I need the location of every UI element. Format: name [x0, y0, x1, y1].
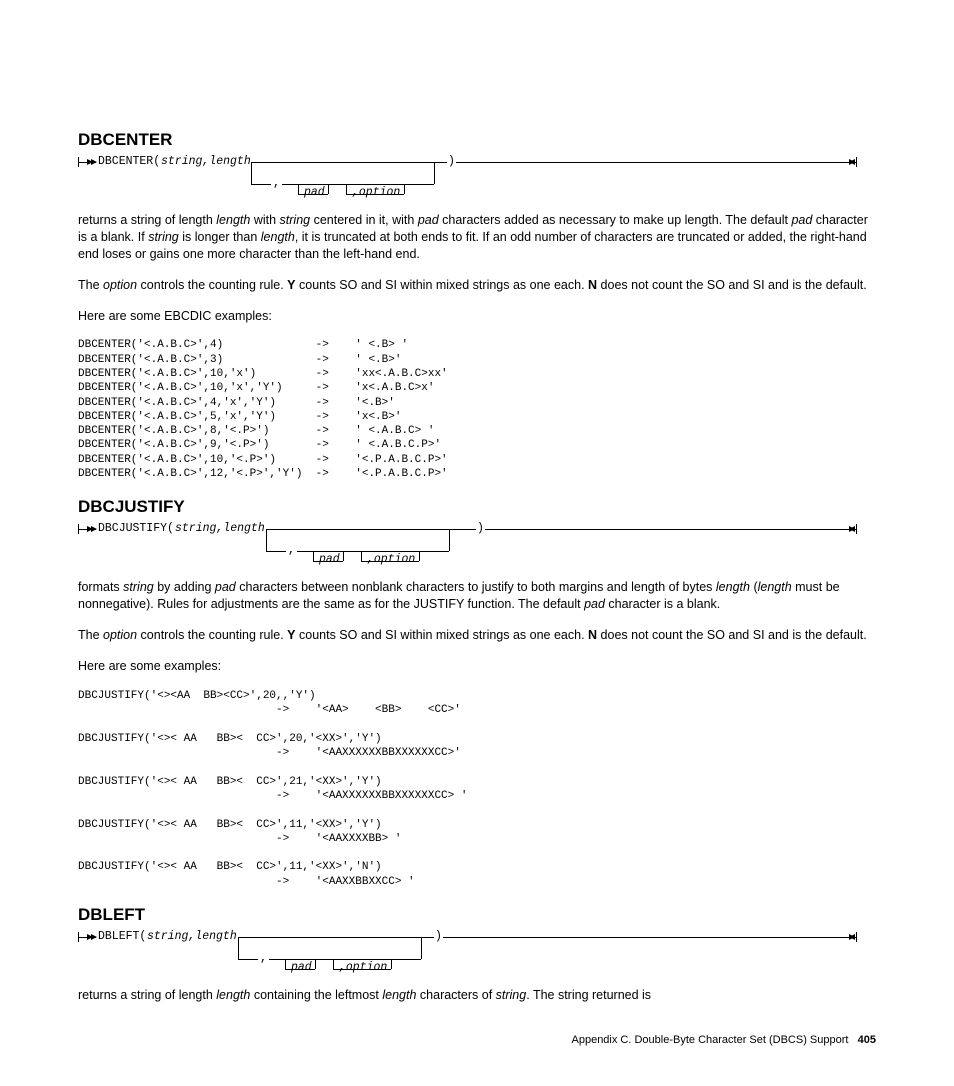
page-footer: Appendix C. Double-Byte Character Set (D…	[78, 1034, 876, 1046]
close-paren: )	[435, 930, 442, 943]
page-number: 405	[858, 1034, 876, 1046]
option-label: ,option	[367, 553, 415, 566]
dbleft-heading: DBLEFT	[78, 905, 876, 925]
pad-label: pad	[291, 961, 312, 974]
dbcenter-examples: DBCENTER('<.A.B.C>',4) -> ' <.B> ' DBCEN…	[78, 338, 876, 481]
dbcenter-syntax-diagram: DBCENTER( string,length , pad ,option )	[78, 154, 876, 202]
comma1: ,	[288, 544, 295, 557]
close-paren: )	[477, 522, 484, 535]
comma1: ,	[273, 177, 280, 190]
option-label: ,option	[339, 961, 387, 974]
func-args: string,length	[175, 522, 265, 535]
option-label: ,option	[352, 186, 400, 199]
dbcjustify-para1: formats string by adding pad characters …	[78, 579, 876, 613]
dbcenter-para2: The option controls the counting rule. Y…	[78, 277, 876, 294]
func-name: DBLEFT(	[98, 930, 146, 943]
footer-text: Appendix C. Double-Byte Character Set (D…	[572, 1034, 849, 1046]
func-name: DBCJUSTIFY(	[98, 522, 174, 535]
dbcjustify-syntax-diagram: DBCJUSTIFY( string,length , pad ,option …	[78, 521, 876, 569]
dbcenter-exlead: Here are some EBCDIC examples:	[78, 308, 876, 325]
dbleft-syntax-diagram: DBLEFT( string,length , pad ,option )	[78, 929, 876, 977]
dbcjustify-examples: DBCJUSTIFY('<><AA BB><CC>',20,,'Y') -> '…	[78, 689, 876, 889]
func-args: string,length	[147, 930, 237, 943]
close-paren: )	[448, 155, 455, 168]
pad-label: pad	[319, 553, 340, 566]
func-name: DBCENTER(	[98, 155, 160, 168]
dbleft-para1: returns a string of length length contai…	[78, 987, 876, 1004]
dbcjustify-para2: The option controls the counting rule. Y…	[78, 627, 876, 644]
dbcenter-heading: DBCENTER	[78, 130, 876, 150]
page: DBCENTER DBCENTER( string,length , pad ,…	[0, 0, 954, 1086]
dbcjustify-exlead: Here are some examples:	[78, 658, 876, 675]
dbcenter-para1: returns a string of length length with s…	[78, 212, 876, 263]
dbcjustify-heading: DBCJUSTIFY	[78, 497, 876, 517]
pad-label: pad	[304, 186, 325, 199]
func-args: string,length	[161, 155, 251, 168]
